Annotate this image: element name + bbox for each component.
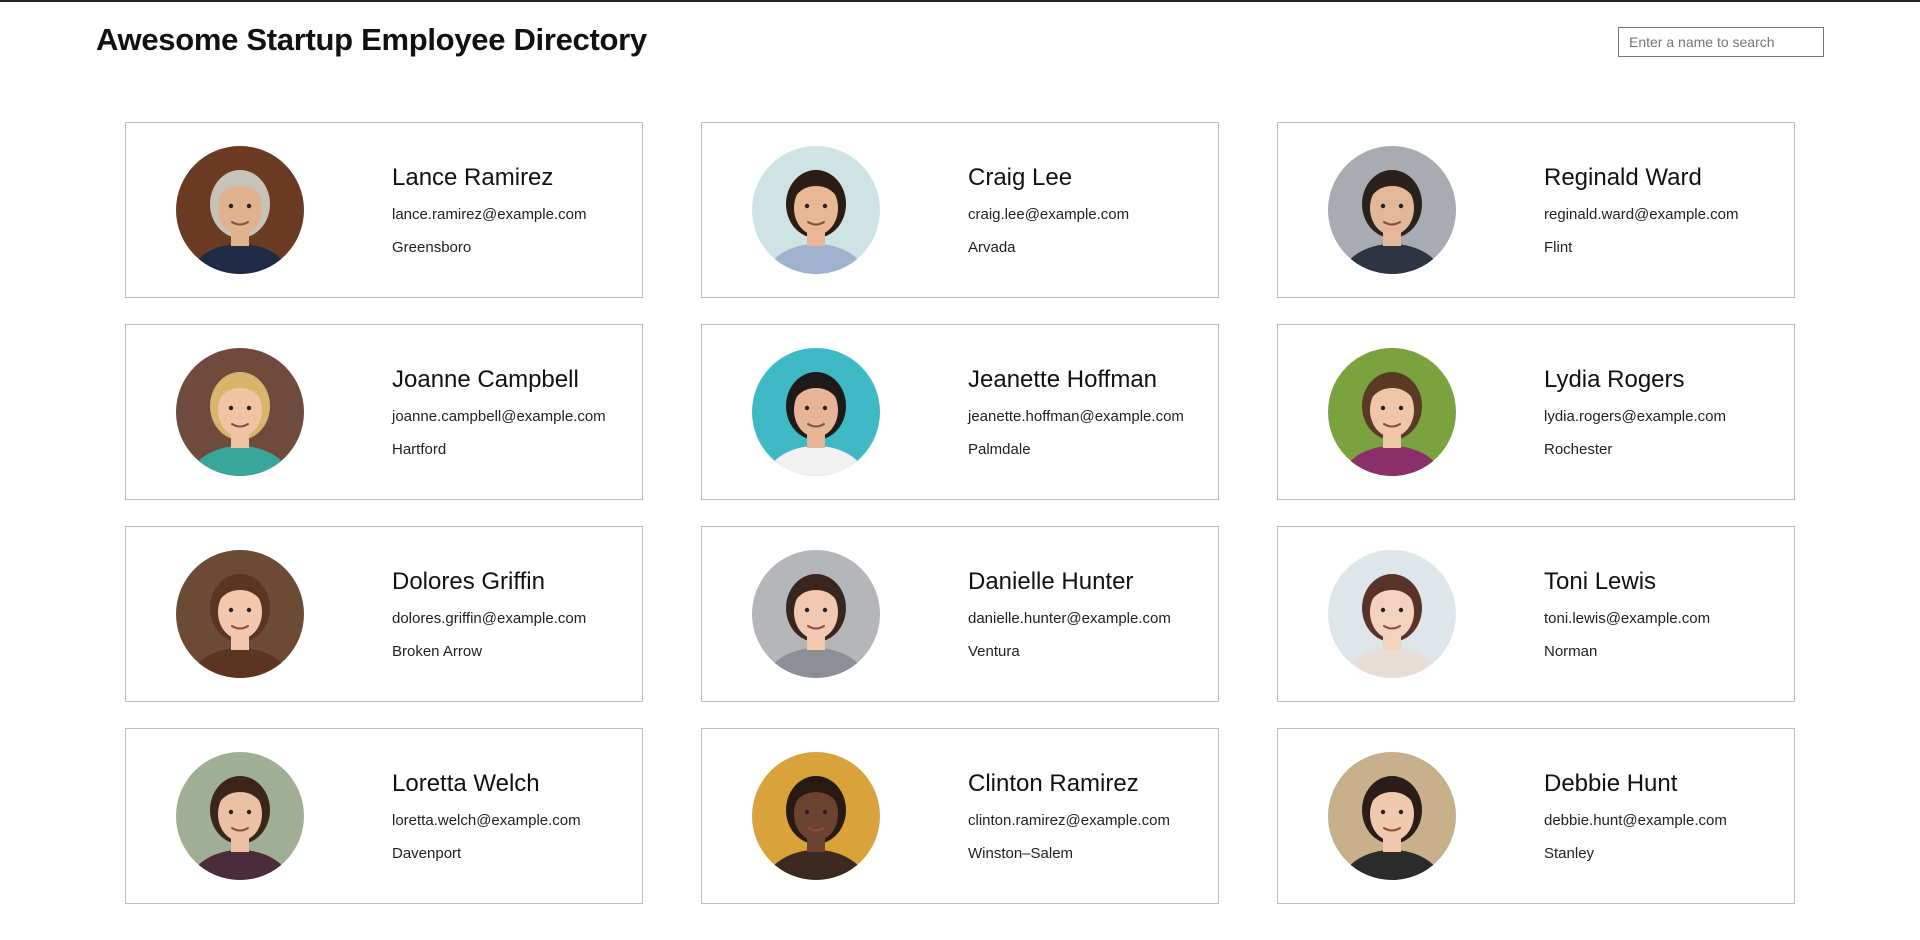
employee-city: Greensboro [392, 239, 472, 256]
portrait-image [176, 146, 304, 274]
employee-card[interactable]: Joanne Campbell joanne.campbell@example.… [125, 324, 643, 500]
employee-email: debbie.hunt@example.com [1544, 812, 1727, 829]
employee-city: Flint [1544, 239, 1573, 256]
employee-email: lydia.rogers@example.com [1544, 408, 1726, 425]
employee-name: Dolores Griffin [392, 568, 545, 595]
avatar [752, 550, 880, 678]
employee-card[interactable]: Toni Lewis toni.lewis@example.com Norman [1277, 526, 1795, 702]
portrait-image [176, 752, 304, 880]
search-input[interactable] [1618, 27, 1824, 57]
employee-email: craig.lee@example.com [968, 206, 1130, 223]
employee-name: Danielle Hunter [968, 568, 1134, 595]
portrait-image [752, 146, 880, 274]
avatar [176, 146, 304, 274]
employee-email: lance.ramirez@example.com [392, 206, 587, 223]
employee-email: danielle.hunter@example.com [968, 610, 1171, 627]
employee-card[interactable]: Lance Ramirez lance.ramirez@example.com … [125, 122, 643, 298]
avatar [176, 752, 304, 880]
employee-card[interactable]: Loretta Welch loretta.welch@example.com … [125, 728, 643, 904]
employee-info: Lance Ramirez lance.ramirez@example.com … [392, 164, 586, 256]
portrait-image [176, 550, 304, 678]
employee-info: Reginald Ward reginald.ward@example.com … [1544, 164, 1738, 256]
employee-name: Loretta Welch [392, 770, 540, 797]
employee-card[interactable]: Reginald Ward reginald.ward@example.com … [1277, 122, 1795, 298]
portrait-image [1328, 752, 1456, 880]
employee-name: Reginald Ward [1544, 164, 1702, 191]
employee-name: Lance Ramirez [392, 164, 554, 191]
employee-city: Ventura [968, 643, 1020, 660]
avatar [1328, 348, 1456, 476]
employee-city: Norman [1544, 643, 1598, 660]
portrait-image [1328, 550, 1456, 678]
employee-name: Lydia Rogers [1544, 366, 1685, 393]
employee-email: toni.lewis@example.com [1544, 610, 1711, 627]
avatar [752, 752, 880, 880]
employee-info: Debbie Hunt debbie.hunt@example.com Stan… [1544, 770, 1727, 862]
avatar [752, 348, 880, 476]
employee-city: Rochester [1544, 441, 1613, 458]
employee-name: Clinton Ramirez [968, 770, 1139, 797]
employee-name: Craig Lee [968, 164, 1073, 191]
employee-info: Dolores Griffin dolores.griffin@example.… [392, 568, 586, 660]
avatar [176, 348, 304, 476]
employee-name: Toni Lewis [1544, 568, 1657, 595]
employee-city: Palmdale [968, 441, 1031, 458]
portrait-image [1328, 146, 1456, 274]
employee-city: Winston–Salem [968, 845, 1074, 862]
employee-info: Danielle Hunter danielle.hunter@example.… [968, 568, 1171, 660]
employee-city: Hartford [392, 441, 447, 458]
employee-email: jeanette.hoffman@example.com [968, 408, 1184, 425]
employee-email: dolores.griffin@example.com [392, 610, 587, 627]
portrait-image [752, 550, 880, 678]
employee-name: Debbie Hunt [1544, 770, 1678, 797]
employee-city: Broken Arrow [392, 643, 483, 660]
employee-city: Arvada [968, 239, 1016, 256]
employee-info: Loretta Welch loretta.welch@example.com … [392, 770, 581, 862]
employee-email: loretta.welch@example.com [392, 812, 581, 829]
employee-info: Lydia Rogers lydia.rogers@example.com Ro… [1544, 366, 1726, 458]
employee-name: Joanne Campbell [392, 366, 579, 393]
portrait-image [752, 348, 880, 476]
avatar [176, 550, 304, 678]
employee-name: Jeanette Hoffman [968, 366, 1158, 393]
avatar [1328, 752, 1456, 880]
employee-info: Toni Lewis toni.lewis@example.com Norman [1544, 568, 1710, 660]
employee-info: Joanne Campbell joanne.campbell@example.… [392, 366, 606, 458]
employee-email: joanne.campbell@example.com [392, 408, 606, 425]
employee-card[interactable]: Dolores Griffin dolores.griffin@example.… [125, 526, 643, 702]
employee-info: Craig Lee craig.lee@example.com Arvada [968, 164, 1129, 256]
employee-card[interactable]: Craig Lee craig.lee@example.com Arvada [701, 122, 1219, 298]
employee-grid: Lance Ramirez lance.ramirez@example.com … [125, 122, 1795, 904]
portrait-image [1328, 348, 1456, 476]
avatar [752, 146, 880, 274]
employee-email: reginald.ward@example.com [1544, 206, 1739, 223]
portrait-image [176, 348, 304, 476]
avatar [1328, 146, 1456, 274]
employee-info: Jeanette Hoffman jeanette.hoffman@exampl… [968, 366, 1184, 458]
avatar [1328, 550, 1456, 678]
portrait-image [752, 752, 880, 880]
employee-city: Davenport [392, 845, 462, 862]
employee-city: Stanley [1544, 845, 1595, 862]
employee-card[interactable]: Jeanette Hoffman jeanette.hoffman@exampl… [701, 324, 1219, 500]
employee-card[interactable]: Lydia Rogers lydia.rogers@example.com Ro… [1277, 324, 1795, 500]
employee-card[interactable]: Debbie Hunt debbie.hunt@example.com Stan… [1277, 728, 1795, 904]
employee-card[interactable]: Danielle Hunter danielle.hunter@example.… [701, 526, 1219, 702]
employee-card[interactable]: Clinton Ramirez clinton.ramirez@example.… [701, 728, 1219, 904]
page-header: Awesome Startup Employee Directory [0, 0, 1920, 100]
page-title: Awesome Startup Employee Directory [96, 22, 647, 57]
employee-email: clinton.ramirez@example.com [968, 812, 1170, 829]
employee-info: Clinton Ramirez clinton.ramirez@example.… [968, 770, 1170, 862]
